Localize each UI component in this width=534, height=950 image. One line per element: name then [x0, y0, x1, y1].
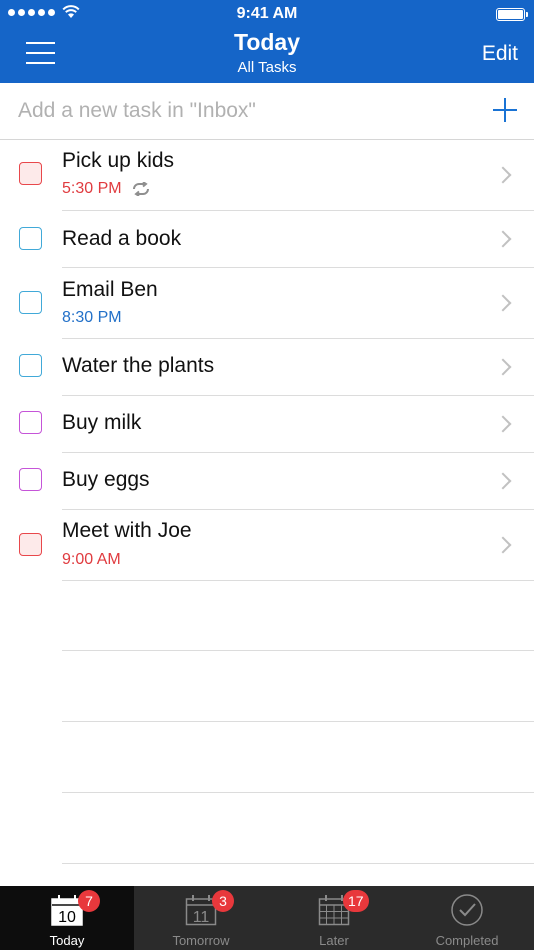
status-bar: 9:41 AM: [0, 0, 534, 28]
badge-count: 7: [78, 890, 100, 912]
empty-row-divider: [62, 721, 534, 722]
chevron-right-icon: [494, 294, 512, 312]
task-checkbox[interactable]: [19, 533, 42, 556]
chevron-right-icon: [494, 166, 512, 184]
calendar-date: 10: [58, 909, 76, 926]
battery-icon: [496, 8, 528, 21]
empty-row-divider: [62, 863, 534, 864]
calendar-date: 11: [193, 909, 210, 926]
task-checkbox[interactable]: [19, 354, 42, 377]
task-due-time: 8:30 PM: [62, 309, 122, 327]
chevron-right-icon: [494, 415, 512, 433]
add-task-bar: [0, 83, 534, 140]
task-time: 9:00 AM: [62, 551, 121, 568]
task-title: Meet with Joe: [62, 519, 192, 542]
task-title: Email Ben: [62, 278, 158, 301]
nav-header: 9:41 AM Today All Tasks Edit: [0, 0, 534, 83]
task-checkbox[interactable]: [19, 291, 42, 314]
tab-today[interactable]: 10 7 Today: [0, 886, 134, 950]
chevron-right-icon: [494, 536, 512, 554]
task-title: Water the plants: [62, 354, 215, 377]
badge-count: 3: [212, 890, 234, 912]
plus-icon[interactable]: [493, 98, 517, 122]
tab-later[interactable]: 17 Later: [267, 886, 401, 950]
task-time: 5:30 PM: [62, 180, 122, 197]
tab-label: Today: [49, 933, 85, 948]
task-row[interactable]: Pick up kids 5:30 PM: [0, 140, 534, 211]
edit-button[interactable]: Edit: [482, 42, 518, 66]
check-circle-icon: [451, 894, 483, 926]
badge-count: 17: [343, 890, 369, 912]
chevron-right-icon: [494, 358, 512, 376]
task-checkbox[interactable]: [19, 468, 42, 491]
task-checkbox[interactable]: [19, 411, 42, 434]
task-checkbox[interactable]: [19, 162, 42, 185]
task-row[interactable]: Read a book: [0, 211, 534, 268]
add-task-input[interactable]: [18, 96, 458, 126]
tab-bar: 10 7 Today 11 3 Tomorrow 17 Later Comple…: [0, 886, 534, 950]
repeat-icon: [132, 182, 149, 196]
tab-tomorrow[interactable]: 11 3 Tomorrow: [134, 886, 268, 950]
tab-label: Later: [319, 933, 349, 948]
task-row[interactable]: Meet with Joe 9:00 AM: [0, 510, 534, 581]
task-title: Buy milk: [62, 411, 142, 434]
task-row[interactable]: Buy eggs: [0, 453, 534, 510]
empty-row-divider: [62, 792, 534, 793]
task-row[interactable]: Water the plants: [0, 339, 534, 396]
task-title: Buy eggs: [62, 468, 150, 491]
tab-label: Completed: [435, 933, 499, 948]
page-subtitle: All Tasks: [237, 59, 297, 76]
task-list: Pick up kids 5:30 PM Read a book Email B…: [0, 140, 534, 581]
empty-row-divider: [62, 650, 534, 651]
task-title: Pick up kids: [62, 149, 175, 172]
task-row[interactable]: Buy milk: [0, 396, 534, 453]
tab-completed[interactable]: Completed: [400, 886, 534, 950]
task-due-time: 9:00 AM: [62, 551, 121, 569]
tab-label: Tomorrow: [172, 933, 230, 948]
task-time: 8:30 PM: [62, 309, 122, 326]
chevron-right-icon: [494, 230, 512, 248]
page-title: Today: [233, 29, 301, 55]
status-time: 9:41 AM: [236, 5, 298, 22]
task-due-time: 5:30 PM: [62, 180, 150, 198]
task-title: Read a book: [62, 227, 182, 250]
chevron-right-icon: [494, 472, 512, 490]
task-checkbox[interactable]: [19, 227, 42, 250]
task-row[interactable]: Email Ben 8:30 PM: [0, 268, 534, 339]
